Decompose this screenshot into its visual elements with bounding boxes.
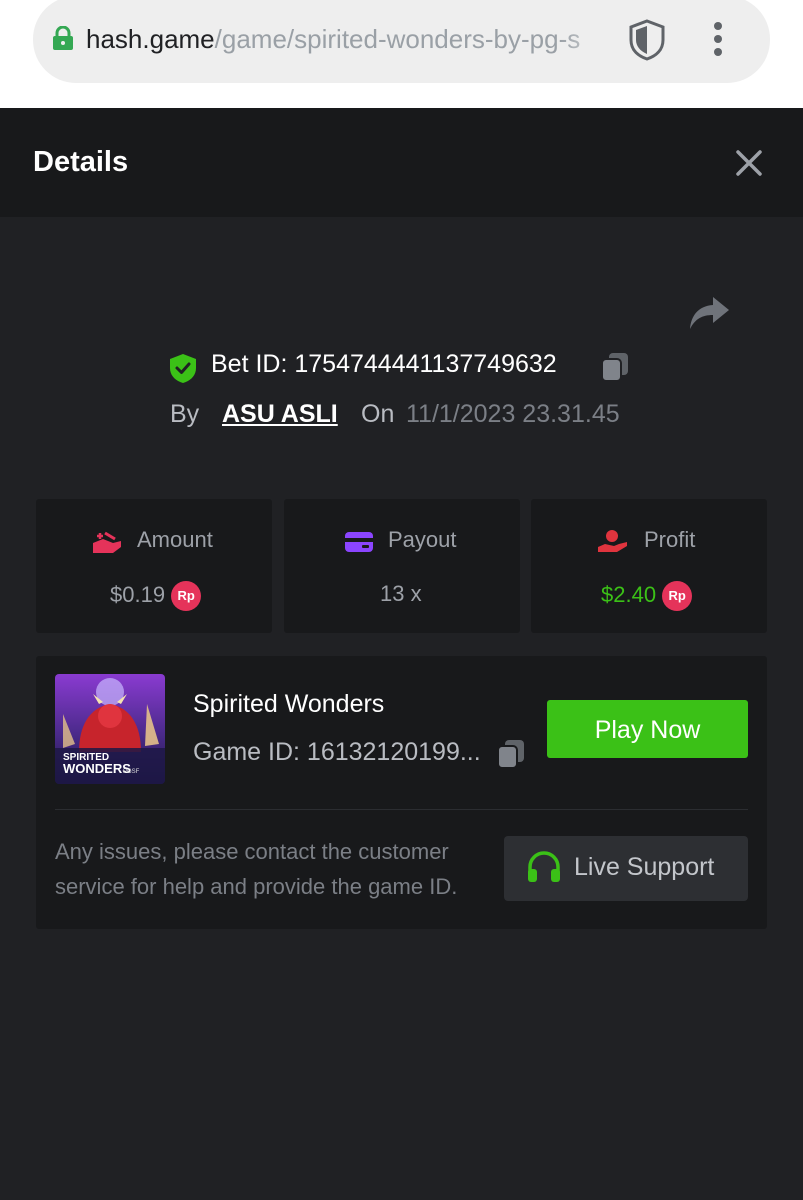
amount-value-row: $0.19 Rp (110, 581, 202, 611)
thumb-title-line2: WONDERS (63, 761, 131, 776)
currency-badge: Rp (171, 581, 202, 611)
payout-header: Payout (284, 527, 520, 557)
lock-icon[interactable] (52, 26, 74, 50)
divider (55, 809, 748, 810)
game-name: Spirited Wonders (193, 690, 385, 718)
payout-value-row: 13 x (380, 581, 422, 607)
url-host: hash.game (86, 24, 215, 54)
thumb-brand: PGSF (123, 769, 140, 775)
profit-header: Profit (531, 527, 767, 557)
payout-card-icon (345, 532, 373, 552)
url-path: /game/spirited-wonders-by-pg-s (214, 24, 581, 54)
profit-hand-icon (598, 530, 627, 552)
profit-value-row: $2.40 Rp (601, 581, 693, 611)
amount-card: Amount $0.19 Rp (36, 499, 272, 633)
copy-icon[interactable] (496, 738, 526, 770)
amount-label: Amount (137, 527, 213, 552)
bet-datetime: 11/1/2023 23.31.45 (406, 400, 620, 428)
payout-label: Payout (388, 527, 457, 552)
live-support-label: Live Support (574, 853, 715, 881)
amount-value: $0.19 (110, 581, 166, 607)
shield-icon[interactable] (627, 18, 667, 62)
game-id: Game ID: 16132120199... (193, 738, 481, 766)
help-text: Any issues, please contact the customer … (55, 839, 458, 899)
browser-toolbar: hash.game/game/spirited-wonders-by-pg-s (0, 0, 803, 108)
play-now-button[interactable]: Play Now (547, 700, 748, 758)
share-icon[interactable] (688, 295, 730, 331)
profit-card: Profit $2.40 Rp (531, 499, 767, 633)
by-label: By (170, 400, 200, 428)
payout-card: Payout 13 x (284, 499, 520, 633)
verified-shield-icon (170, 354, 196, 383)
currency-badge: Rp (662, 581, 693, 611)
url-fade (560, 14, 620, 64)
close-icon[interactable] (734, 148, 764, 178)
payout-value: 13 x (380, 581, 422, 606)
on-label: On (361, 400, 395, 428)
modal-title: Details (33, 146, 129, 178)
amount-icon (93, 531, 121, 553)
url-text[interactable]: hash.game/game/spirited-wonders-by-pg-s (86, 22, 606, 56)
game-thumbnail[interactable]: SPIRITED WONDERS PGSF (55, 674, 165, 784)
headset-icon (528, 851, 560, 882)
live-support-button[interactable]: Live Support (504, 836, 748, 901)
profit-value: $2.40 (601, 581, 657, 607)
modal-header: Details (0, 108, 803, 217)
username-link[interactable]: ASU ASLI (222, 400, 338, 429)
game-panel: SPIRITED WONDERS PGSF Spirited Wonders G… (36, 656, 767, 929)
copy-icon[interactable] (600, 351, 630, 383)
amount-header: Amount (36, 527, 272, 557)
kebab-menu-icon[interactable] (708, 20, 728, 60)
profit-label: Profit (644, 527, 696, 552)
bet-meta-row: By ASU ASLI On 11/1/2023 23.31.45 (0, 398, 803, 434)
bet-id-row: Bet ID: 1754744441137749632 (0, 348, 803, 388)
bet-id: Bet ID: 1754744441137749632 (211, 350, 557, 378)
